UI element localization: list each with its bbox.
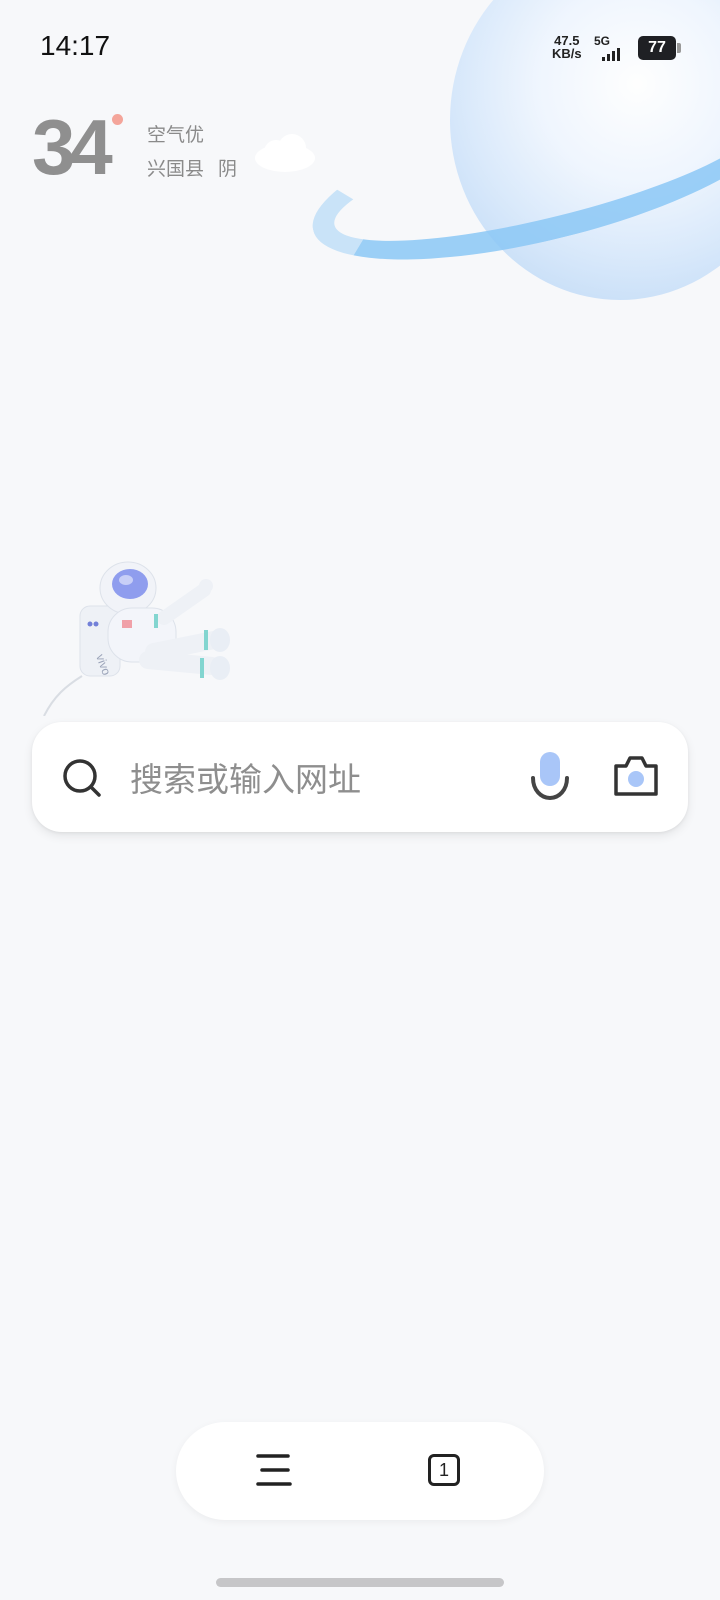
battery-icon: 77: [638, 36, 681, 60]
battery-level: 77: [648, 39, 666, 56]
location-name: 兴国县: [147, 158, 205, 180]
status-time: 14:17: [40, 30, 111, 61]
tab-count: 1: [428, 1454, 460, 1486]
tabs-button[interactable]: 1: [424, 1450, 464, 1490]
degree-dot: [112, 114, 123, 125]
bottom-toolbar: 1: [176, 1422, 544, 1520]
search-input[interactable]: [128, 750, 512, 808]
camera-icon[interactable]: [612, 752, 660, 800]
air-quality: 空气优: [147, 124, 205, 146]
network-speed: 47.5 KB/s: [552, 34, 582, 60]
network-type: 5G: [594, 34, 611, 48]
cloud-icon: [255, 134, 315, 172]
menu-icon[interactable]: [254, 1450, 294, 1490]
status-bar: 14:17 47.5 KB/s 5G 77: [0, 0, 720, 96]
browser-home-screen: 14:17 47.5 KB/s 5G 77 34 空气优 兴国县 阴 vivo …: [0, 0, 720, 1600]
weather-condition: 阴: [218, 158, 238, 180]
signal-bars-icon: [602, 48, 620, 61]
astronaut-illustration: vivo: [43, 561, 230, 716]
network-speed-unit: KB/s: [552, 46, 582, 61]
search-bar[interactable]: [32, 722, 688, 832]
microphone-icon[interactable]: [526, 750, 574, 804]
signal-indicator: 5G: [594, 34, 628, 62]
home-indicator[interactable]: [216, 1578, 504, 1587]
weather-widget[interactable]: 34 空气优 兴国县 阴: [32, 108, 332, 198]
search-icon[interactable]: [62, 758, 102, 798]
temperature: 34: [32, 103, 113, 191]
location-row: 兴国县 阴: [147, 154, 237, 181]
